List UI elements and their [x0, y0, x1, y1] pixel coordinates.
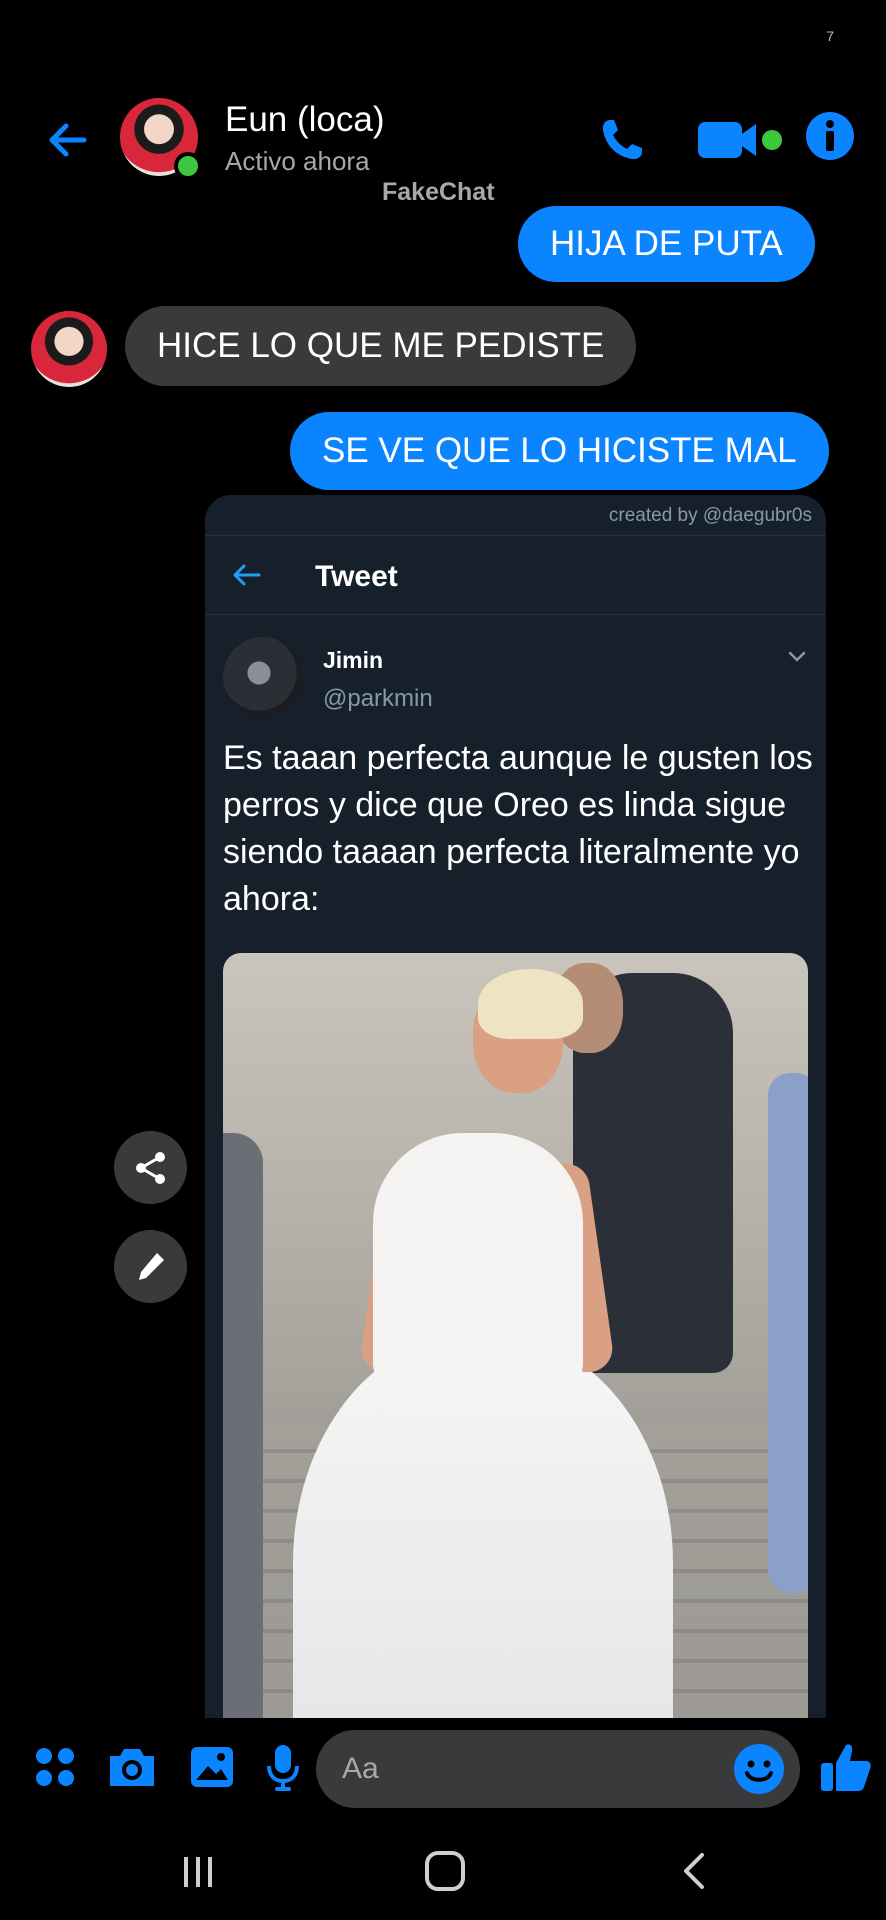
video-camera-icon: [698, 122, 782, 158]
message-bubble-received[interactable]: HICE LO QUE ME PEDISTE: [125, 306, 637, 386]
info-icon: [806, 112, 854, 160]
home-button[interactable]: [415, 1846, 475, 1896]
tweet-author-avatar: [223, 637, 303, 717]
microphone-button[interactable]: [256, 1740, 310, 1794]
back-arrow-icon: [49, 123, 87, 157]
microphone-icon: [267, 1745, 299, 1791]
photo-dress-bodice: [373, 1133, 583, 1393]
recent-apps-button[interactable]: [168, 1846, 228, 1896]
contact-avatar[interactable]: [120, 98, 202, 180]
chevron-down-icon: [788, 651, 806, 662]
conversation-header: Eun (loca) Activo ahora FakeChat: [0, 96, 886, 206]
tweet-back-arrow-icon: [233, 564, 261, 586]
gallery-button[interactable]: [185, 1740, 239, 1794]
share-icon: [135, 1151, 165, 1184]
photo-background-person-left: [223, 1133, 263, 1720]
tweet-screenshot-message[interactable]: created by @daegubr0s Tweet Jimin @parkm…: [205, 495, 826, 1720]
tweet-photo: [223, 953, 808, 1720]
emoji-icon[interactable]: [732, 1742, 786, 1796]
online-status-dot: [174, 152, 202, 180]
camera-button[interactable]: [105, 1740, 159, 1794]
tweet-author-name: Jimin: [323, 647, 384, 673]
pencil-icon: [138, 1252, 164, 1280]
photo-person-wig: [478, 969, 583, 1039]
tweet-credit: created by @daegubr0s: [608, 505, 812, 526]
thumbs-up-icon: [821, 1744, 871, 1791]
edit-button[interactable]: [114, 1230, 187, 1303]
info-button[interactable]: [804, 110, 856, 162]
call-button[interactable]: [592, 110, 652, 170]
home-icon: [425, 1851, 465, 1891]
tweet-topbar: Tweet: [205, 535, 826, 615]
message-bubble-sent[interactable]: HIJA DE PUTA: [518, 206, 815, 282]
fakechat-watermark: FakeChat: [382, 178, 495, 206]
photo-background-person-right: [768, 1073, 808, 1593]
back-button[interactable]: [40, 112, 96, 168]
phone-icon: [602, 120, 642, 160]
message-input[interactable]: Aa: [316, 1730, 800, 1808]
status-bar-glyph: 7: [826, 28, 834, 44]
message-avatar: [31, 311, 107, 387]
message-input-placeholder: Aa: [342, 1752, 379, 1785]
system-navigation-bar: [0, 1818, 886, 1920]
back-icon: [684, 1853, 704, 1889]
message-composer: Aa: [0, 1718, 886, 1818]
thumbs-up-button[interactable]: [816, 1740, 876, 1794]
apps-button[interactable]: [28, 1740, 82, 1794]
video-call-button[interactable]: [696, 114, 788, 166]
share-button[interactable]: [114, 1131, 187, 1204]
tweet-topbar-title: Tweet: [315, 560, 398, 593]
system-back-button[interactable]: [664, 1846, 724, 1896]
apps-grid-icon: [36, 1748, 74, 1786]
contact-status: Activo ahora: [225, 146, 370, 176]
gallery-icon: [191, 1747, 233, 1787]
recent-apps-icon: [184, 1857, 212, 1887]
camera-icon: [110, 1749, 154, 1786]
tweet-author-handle: @parkmin: [323, 685, 433, 712]
tweet-text: Es taaan perfecta aunque le gusten los p…: [223, 739, 813, 918]
message-bubble-sent[interactable]: SE VE QUE LO HICISTE MAL: [290, 412, 829, 490]
contact-name[interactable]: Eun (loca): [225, 100, 385, 140]
